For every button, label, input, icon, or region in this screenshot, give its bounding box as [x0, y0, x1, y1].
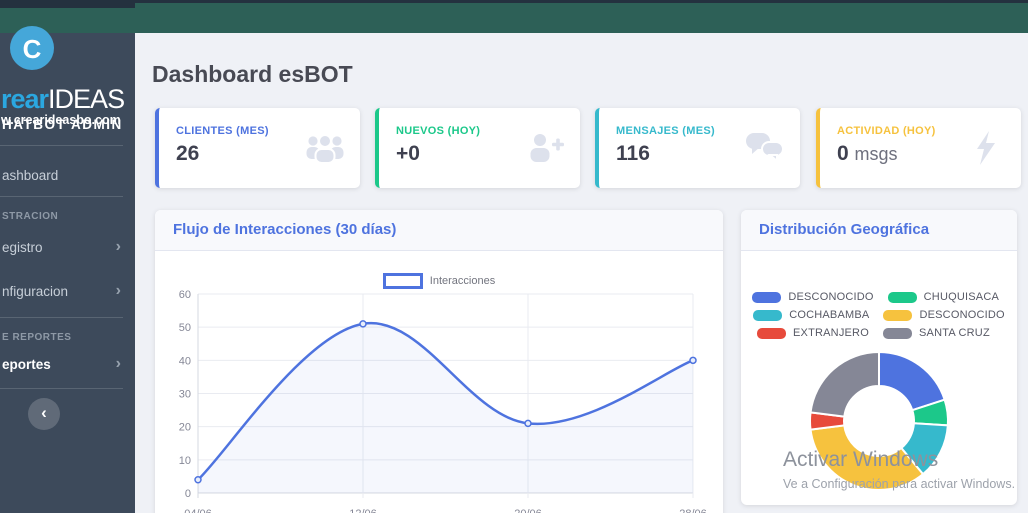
svg-text:40: 40	[179, 355, 191, 367]
stat-card-nuevos: NUEVOS (HOY) +0	[375, 108, 580, 188]
sidebar-collapse-button[interactable]: ‹	[28, 398, 60, 430]
stat-label: CLIENTES (MES)	[176, 125, 269, 137]
sidebar-item-configuracion[interactable]: nfiguracion ›	[2, 282, 127, 299]
legend-swatch	[883, 309, 913, 321]
sidebar-item-label: ashboard	[2, 168, 59, 183]
brand-text-white: IDEAS	[48, 84, 125, 114]
sidebar-divider	[0, 388, 123, 389]
geo-distribution-panel: Distribución Geográfica DESCONOCIDO CHUQ…	[741, 210, 1017, 505]
legend-label: EXTRANJERO	[793, 327, 869, 339]
sidebar-item-reportes[interactable]: eportes ›	[2, 355, 127, 372]
interactions-line-chart[interactable]: 0 10 20 30 40 50 60	[155, 251, 723, 513]
chart-panel-title: Flujo de Interacciones (30 días)	[155, 210, 723, 251]
stat-label: ACTIVIDAD (HOY)	[837, 125, 936, 137]
stat-label: MENSAJES (MES)	[616, 125, 715, 137]
stat-value: 116	[616, 142, 650, 165]
legend-label: SANTA CRUZ	[919, 327, 990, 339]
brand-text-blue: rear	[1, 84, 49, 114]
sidebar-divider	[0, 317, 123, 318]
sidebar-item-dashboard[interactable]: ashboard	[2, 168, 127, 183]
page-title: Dashboard esBOT	[152, 61, 353, 87]
svg-text:50: 50	[179, 322, 191, 334]
legend-swatch	[382, 273, 423, 289]
stat-label: NUEVOS (HOY)	[396, 125, 481, 137]
x-axis-label: 04/06	[184, 508, 212, 513]
stat-value-number: 0	[837, 142, 849, 165]
x-axis-label: 20/06	[514, 508, 542, 513]
stat-value: +0	[396, 142, 420, 165]
sidebar-item-registro[interactable]: egistro ›	[2, 238, 127, 255]
svg-text:10: 10	[179, 455, 191, 467]
legend-label: COCHABAMBA	[789, 309, 870, 321]
bolt-icon	[977, 131, 995, 165]
sidebar-item-label: egistro	[2, 240, 43, 255]
stat-card-clientes: CLIENTES (MES) 26	[155, 108, 360, 188]
brand-logo-icon[interactable]: C	[10, 26, 54, 70]
chevron-right-icon: ›	[115, 282, 121, 299]
svg-text:0: 0	[185, 488, 191, 500]
geo-donut-chart[interactable]	[741, 251, 1017, 505]
chevron-right-icon: ›	[115, 238, 121, 255]
legend-swatch	[883, 327, 912, 339]
brand-logo-letter: C	[22, 34, 42, 64]
sidebar: C rearIDEAS w.crearideasbo.com HATBOT AD…	[0, 26, 135, 513]
legend-label: Interacciones	[429, 275, 496, 287]
stat-value: 0 msgs	[837, 142, 898, 166]
legend-swatch	[752, 291, 782, 303]
sidebar-divider	[0, 145, 123, 146]
stat-card-mensajes: MENSAJES (MES) 116	[595, 108, 800, 188]
geo-legend: DESCONOCIDO CHUQUISACA COCHABAMBA DESCON…	[741, 291, 1017, 339]
comments-icon	[746, 133, 784, 164]
legend-item-desconocido-yellow[interactable]: DESCONOCIDO	[883, 309, 1005, 321]
stat-card-actividad: ACTIVIDAD (HOY) 0 msgs	[816, 108, 1021, 188]
browser-tab-remnant	[0, 0, 135, 8]
legend-swatch	[887, 291, 917, 303]
chart-legend[interactable]: Interacciones	[155, 273, 723, 289]
chevron-left-icon: ‹	[41, 403, 47, 422]
legend-item-chuquisaca[interactable]: CHUQUISACA	[887, 291, 1006, 303]
sidebar-item-label: nfiguracion	[2, 284, 69, 299]
sidebar-section-administracion: STRACION	[2, 211, 59, 222]
user-plus-icon	[530, 134, 564, 162]
main-content: Dashboard esBOT CLIENTES (MES) 26 NUEVOS…	[135, 33, 1028, 513]
legend-label: DESCONOCIDO	[788, 291, 874, 303]
legend-item-desconocido-blue[interactable]: DESCONOCIDO	[752, 291, 873, 303]
legend-item-santa-cruz[interactable]: SANTA CRUZ	[883, 327, 1001, 339]
svg-text:30: 30	[179, 389, 191, 401]
users-icon	[306, 134, 344, 164]
legend-item-extranjero[interactable]: EXTRANJERO	[757, 327, 869, 339]
legend-label: DESCONOCIDO	[919, 309, 1005, 321]
x-axis-label: 12/06	[349, 508, 377, 513]
legend-item-cochabamba[interactable]: COCHABAMBA	[753, 309, 869, 321]
stat-value-suffix: msgs	[854, 144, 898, 164]
svg-text:20: 20	[179, 422, 191, 434]
legend-label: CHUQUISACA	[923, 291, 999, 303]
sidebar-item-label: eportes	[2, 357, 51, 372]
geo-panel-body: DESCONOCIDO CHUQUISACA COCHABAMBA DESCON…	[741, 251, 1017, 505]
brand-wordmark[interactable]: rearIDEAS	[1, 84, 125, 115]
stat-value: 26	[176, 142, 200, 165]
legend-swatch	[753, 309, 783, 321]
interactions-chart-panel: Flujo de Interacciones (30 días) Interac…	[155, 210, 723, 513]
sidebar-section-reportes: E REPORTES	[2, 332, 72, 343]
sidebar-divider	[0, 196, 123, 197]
sidebar-app-title: HATBOT ADMIN	[2, 117, 123, 132]
legend-swatch	[757, 327, 786, 339]
chart-panel-body: Interacciones 0102030405060 04/06 12/06 …	[155, 251, 723, 513]
x-axis-label: 28/06	[679, 508, 707, 513]
chevron-right-icon: ›	[115, 355, 121, 372]
svg-text:60: 60	[179, 289, 191, 301]
screen: C rearIDEAS w.crearideasbo.com HATBOT AD…	[0, 0, 1028, 513]
geo-panel-title: Distribución Geográfica	[741, 210, 1017, 251]
browser-toolbar	[0, 3, 1028, 33]
